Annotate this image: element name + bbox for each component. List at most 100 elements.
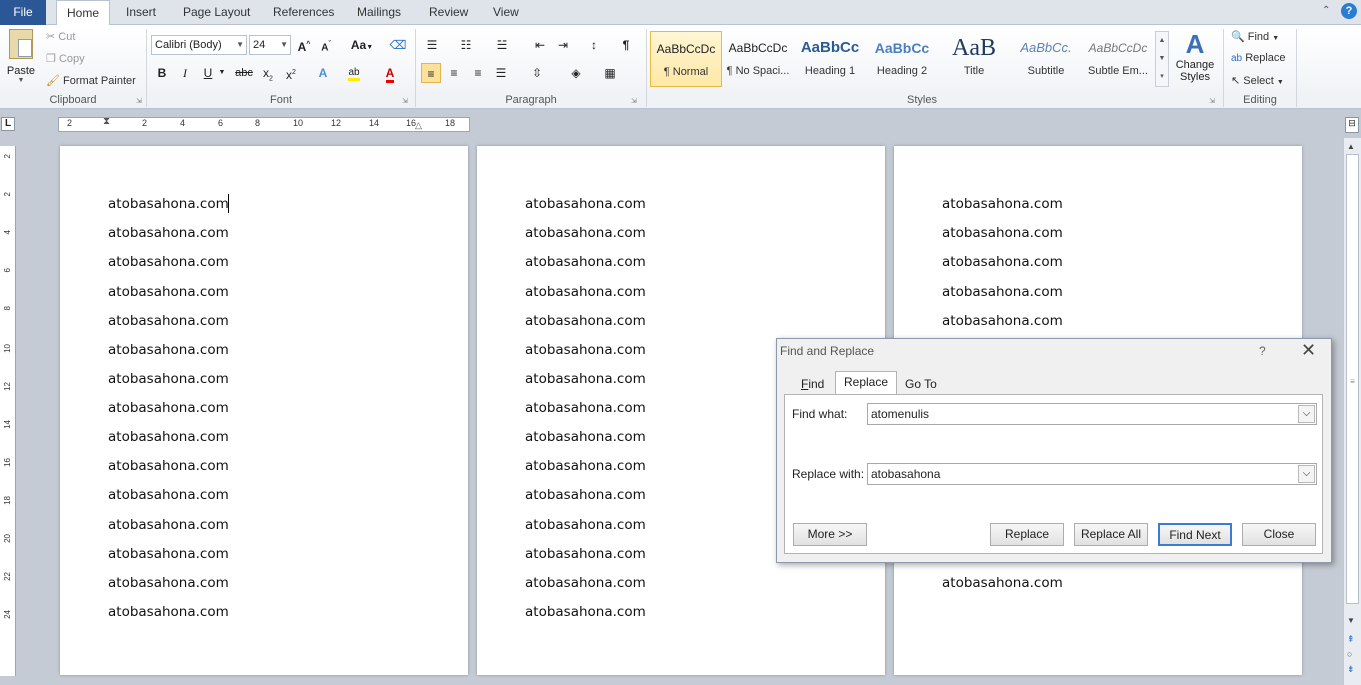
style-subtitle[interactable]: AaBbCc. Subtitle: [1010, 31, 1082, 87]
numbering-icon[interactable]: ☷: [456, 35, 476, 55]
multilevel-list-icon[interactable]: ☱: [492, 35, 512, 55]
document-line[interactable]: atobasahona.com: [942, 575, 1063, 591]
more-button[interactable]: More >>: [793, 523, 867, 546]
grow-font-icon[interactable]: A^: [294, 35, 314, 55]
document-line[interactable]: atobasahona.com: [108, 604, 229, 620]
format-painter-button[interactable]: 🖌 Format Painter: [46, 74, 136, 87]
bullets-icon[interactable]: ☰: [422, 35, 442, 55]
chevron-down-icon[interactable]: ▼: [216, 63, 228, 83]
align-right-icon[interactable]: ≡: [468, 63, 488, 83]
replace-with-input[interactable]: atobasahona ⌵: [867, 463, 1317, 485]
document-line[interactable]: atobasahona.com: [525, 429, 646, 445]
document-line[interactable]: atobasahona.com: [525, 313, 646, 329]
copy-button[interactable]: ❐ Copy: [46, 52, 85, 65]
close-button[interactable]: Close: [1242, 523, 1316, 546]
subscript-icon[interactable]: x2: [258, 63, 278, 83]
document-line[interactable]: atobasahona.com: [525, 604, 646, 620]
bold-icon[interactable]: B: [152, 63, 172, 83]
tab-find[interactable]: Find: [792, 373, 833, 394]
style-normal[interactable]: AaBbCcDc ¶ Normal: [650, 31, 722, 87]
italic-icon[interactable]: I: [175, 63, 195, 83]
text-effects-icon[interactable]: A: [313, 63, 333, 83]
show-formatting-icon[interactable]: ¶: [616, 35, 636, 55]
borders-icon[interactable]: ▦: [600, 63, 620, 83]
line-spacing-icon[interactable]: ⇳: [527, 63, 547, 83]
document-line[interactable]: atobasahona.com: [108, 196, 229, 212]
shading-icon[interactable]: ◈: [566, 63, 586, 83]
find-what-input[interactable]: atomenulis ⌵: [867, 403, 1317, 425]
document-line[interactable]: atobasahona.com: [525, 254, 646, 270]
document-line[interactable]: atobasahona.com: [525, 284, 646, 300]
document-line[interactable]: atobasahona.com: [525, 458, 646, 474]
align-center-icon[interactable]: ≡: [444, 63, 464, 83]
scroll-thumb[interactable]: ≡: [1346, 154, 1359, 604]
browse-object-icon[interactable]: ○: [1347, 649, 1352, 659]
document-line[interactable]: atobasahona.com: [525, 342, 646, 358]
tab-file[interactable]: File: [0, 0, 46, 25]
tab-selector-icon[interactable]: L: [1, 117, 15, 131]
styles-launcher-icon[interactable]: ⇲: [1209, 97, 1215, 105]
superscript-icon[interactable]: x2: [281, 63, 301, 83]
chevron-down-icon[interactable]: ⌵: [1298, 465, 1315, 483]
tab-review[interactable]: Review: [419, 0, 478, 25]
style-title[interactable]: AaB Title: [938, 31, 1010, 87]
document-line[interactable]: atobasahona.com: [525, 517, 646, 533]
document-line[interactable]: atobasahona.com: [108, 429, 229, 445]
document-line[interactable]: atobasahona.com: [108, 487, 229, 503]
clear-formatting-icon[interactable]: ⌫: [388, 35, 408, 55]
document-line[interactable]: atobasahona.com: [108, 371, 229, 387]
scroll-up-icon[interactable]: ▲: [1347, 142, 1355, 151]
shrink-font-icon[interactable]: Aˇ: [316, 35, 336, 55]
document-line[interactable]: atobasahona.com: [108, 546, 229, 562]
tab-mailings[interactable]: Mailings: [347, 0, 411, 25]
minimize-ribbon-icon[interactable]: ⌃: [1322, 5, 1330, 16]
help-icon[interactable]: ?: [1341, 3, 1357, 19]
style-subtle-emphasis[interactable]: AaBbCcDc Subtle Em...: [1082, 31, 1154, 87]
align-left-icon[interactable]: ≡: [421, 63, 441, 83]
font-launcher-icon[interactable]: ⇲: [402, 97, 408, 105]
font-color-icon[interactable]: A: [380, 63, 400, 83]
paragraph-launcher-icon[interactable]: ⇲: [631, 97, 637, 105]
font-size-combo[interactable]: 24 ▼: [249, 35, 291, 55]
style-heading-1[interactable]: AaBbCc Heading 1: [794, 31, 866, 87]
document-line[interactable]: atobasahona.com: [942, 284, 1063, 300]
document-line[interactable]: atobasahona.com: [525, 487, 646, 503]
paste-button[interactable]: Paste ▼: [5, 29, 37, 89]
close-icon[interactable]: ✕: [1301, 340, 1316, 361]
document-line[interactable]: atobasahona.com: [525, 225, 646, 241]
select-button[interactable]: ↖ Select ▼: [1231, 74, 1284, 87]
document-line[interactable]: atobasahona.com: [108, 575, 229, 591]
page-1[interactable]: atobasahona.com atobasahona.com atobasahon…: [60, 146, 468, 675]
document-line[interactable]: atobasahona.com: [525, 371, 646, 387]
view-ruler-icon[interactable]: ⊟: [1345, 117, 1359, 133]
tab-references[interactable]: References: [263, 0, 344, 25]
sort-icon[interactable]: ↕: [584, 35, 604, 55]
cut-button[interactable]: ✂ Cut: [46, 30, 75, 43]
vertical-scrollbar[interactable]: ▲ ≡ ▼ ⇞ ○ ⇟: [1343, 138, 1361, 685]
tab-home[interactable]: Home: [56, 0, 111, 26]
previous-page-icon[interactable]: ⇞: [1347, 634, 1355, 645]
chevron-down-icon[interactable]: ⌵: [1298, 405, 1315, 423]
tab-go-to[interactable]: Go To: [896, 373, 946, 394]
document-line[interactable]: atobasahona.com: [108, 254, 229, 270]
tab-page-layout[interactable]: Page Layout: [173, 0, 260, 25]
font-name-combo[interactable]: Calibri (Body) ▼: [151, 35, 247, 55]
change-case-icon[interactable]: Aa▼: [348, 35, 376, 55]
document-line[interactable]: atobasahona.com: [108, 225, 229, 241]
document-line[interactable]: atobasahona.com: [525, 196, 646, 212]
replace-button[interactable]: Replace: [990, 523, 1064, 546]
document-line[interactable]: atobasahona.com: [108, 458, 229, 474]
document-line[interactable]: atobasahona.com: [108, 400, 229, 416]
strikethrough-icon[interactable]: abc: [234, 63, 254, 83]
help-button[interactable]: ?: [1259, 344, 1266, 358]
document-line[interactable]: atobasahona.com: [942, 196, 1063, 212]
find-next-button[interactable]: Find Next: [1158, 523, 1232, 546]
document-line[interactable]: atobasahona.com: [942, 225, 1063, 241]
document-line[interactable]: atobasahona.com: [108, 284, 229, 300]
styles-scroll[interactable]: ▲ ▼ ▾: [1155, 31, 1169, 87]
horizontal-ruler[interactable]: 2 2 4 6 8 10 12 14 16 18 ⧗ △: [58, 116, 470, 132]
document-line[interactable]: atobasahona.com: [942, 313, 1063, 329]
underline-icon[interactable]: U: [198, 63, 218, 83]
document-line[interactable]: atobasahona.com: [108, 313, 229, 329]
scroll-down-icon[interactable]: ▼: [1347, 616, 1355, 625]
